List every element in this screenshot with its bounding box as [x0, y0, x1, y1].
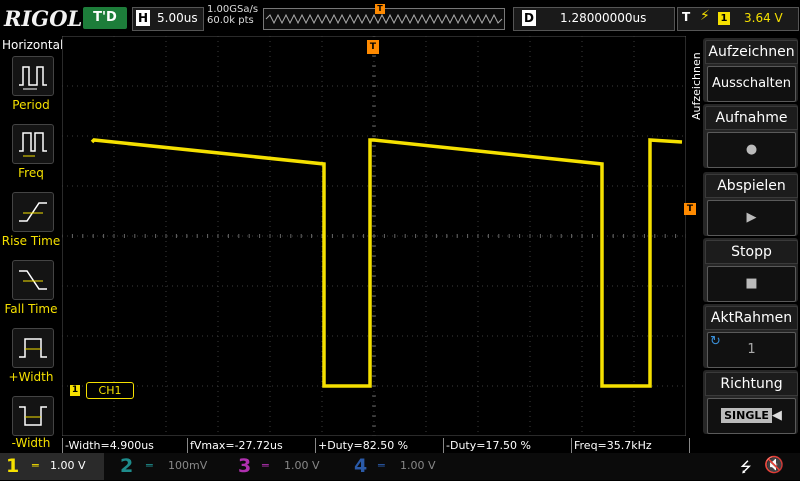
- freq-label: Freq: [18, 166, 44, 180]
- positive-width-label: +Width: [8, 370, 54, 384]
- record-mode-button[interactable]: Ausschalten: [707, 66, 796, 102]
- ch3-coupling-icon: ═: [262, 459, 269, 472]
- rotate-knob-icon: ↻: [710, 334, 721, 349]
- negative-width-button[interactable]: [12, 396, 54, 436]
- usb-icon: ⭍: [740, 460, 752, 476]
- rise-time-label: Rise Time: [1, 234, 61, 248]
- delay-display[interactable]: D 1.28000000us: [513, 7, 675, 31]
- ch3-number[interactable]: 3: [238, 455, 251, 477]
- ch2-scale[interactable]: 100mV: [168, 459, 207, 472]
- measurement-pos-duty: +Duty=82.50 %: [315, 438, 444, 453]
- trigger-status-badge: T'D: [83, 7, 127, 29]
- ch4-scale[interactable]: 1.00 V: [400, 459, 436, 472]
- rise-time-icon: [19, 202, 47, 222]
- stop-title: Stopp: [705, 240, 798, 264]
- ch2-number[interactable]: 2: [120, 455, 133, 477]
- measurement-tvmax: fVmax=-27.72us: [187, 438, 316, 453]
- ch1-label: CH1: [86, 382, 134, 399]
- timebase-value: 5.00us: [157, 11, 198, 25]
- fall-time-button[interactable]: [12, 260, 54, 300]
- measurement-neg-width: -Width=4.900us: [62, 438, 188, 453]
- speaker-muted-icon[interactable]: 🔇: [764, 455, 784, 474]
- menu-side-title: Aufzeichnen: [690, 52, 703, 120]
- stop-button[interactable]: ■: [707, 266, 796, 302]
- positive-width-icon: [19, 338, 47, 358]
- timebase-display[interactable]: H 5.00us: [132, 7, 204, 31]
- direction-select[interactable]: SINGLE ◀: [707, 398, 796, 434]
- playback-title: Abspielen: [705, 174, 798, 198]
- playback-button[interactable]: ▶: [707, 200, 796, 236]
- rise-time-button[interactable]: [12, 192, 54, 232]
- period-button[interactable]: [12, 56, 54, 96]
- horizontal-measure-menu: Horizontal Period Freq Rise Time Fall Ti…: [0, 36, 64, 451]
- delay-label: D: [522, 10, 536, 26]
- menu-title: Horizontal: [2, 38, 64, 52]
- delay-value: 1.28000000us: [560, 11, 647, 25]
- ch4-number[interactable]: 4: [354, 455, 367, 477]
- ch1-offset-marker[interactable]: 1: [70, 385, 80, 396]
- period-icon: [19, 66, 47, 90]
- fall-time-icon: [19, 270, 47, 290]
- ch1-coupling-icon: ═: [32, 459, 39, 472]
- trigger-position-marker[interactable]: T: [367, 40, 379, 54]
- fall-time-label: Fall Time: [4, 302, 58, 316]
- measurement-frequency: Freq=35.7kHz: [571, 438, 690, 453]
- trigger-position-marker-top: T: [375, 4, 385, 14]
- waveform-graticule[interactable]: [62, 36, 686, 436]
- negative-width-icon: [19, 406, 47, 426]
- brand-logo: RIGOL: [4, 6, 83, 31]
- direction-value: SINGLE: [721, 408, 772, 423]
- trigger-channel: 1: [718, 12, 730, 25]
- capture-title: Aufnahme: [705, 106, 798, 130]
- ch2-coupling-icon: ═: [146, 459, 153, 472]
- ch1-scale[interactable]: 1.00 V: [50, 459, 86, 472]
- measurement-neg-duty: -Duty=17.50 %: [443, 438, 572, 453]
- ch1-number[interactable]: 1: [6, 455, 19, 477]
- memory-depth: 60.0k pts: [207, 15, 254, 26]
- capture-button[interactable]: ●: [707, 132, 796, 168]
- positive-width-button[interactable]: [12, 328, 54, 368]
- trigger-level: 3.64 V: [744, 11, 783, 25]
- record-title: Aufzeichnen: [705, 40, 798, 64]
- ch4-coupling-icon: ═: [378, 459, 385, 472]
- period-label: Period: [12, 98, 50, 112]
- frequency-icon: [19, 132, 47, 157]
- trigger-label: T: [682, 10, 691, 24]
- rising-edge-icon: ⚡: [700, 8, 710, 24]
- ch3-scale[interactable]: 1.00 V: [284, 459, 320, 472]
- horizontal-label: H: [136, 10, 150, 26]
- freq-button[interactable]: [12, 124, 54, 164]
- direction-title: Richtung: [705, 372, 798, 396]
- sample-rate: 1.00GSa/s: [207, 4, 259, 15]
- acquisition-info: 1.00GSa/s 60.0k pts: [207, 4, 258, 26]
- negative-width-label: -Width: [11, 436, 51, 450]
- trigger-level-marker[interactable]: T: [684, 203, 696, 215]
- current-frame-title: AktRahmen: [705, 306, 798, 330]
- trigger-display[interactable]: T ⚡ 1 3.64 V: [677, 7, 799, 31]
